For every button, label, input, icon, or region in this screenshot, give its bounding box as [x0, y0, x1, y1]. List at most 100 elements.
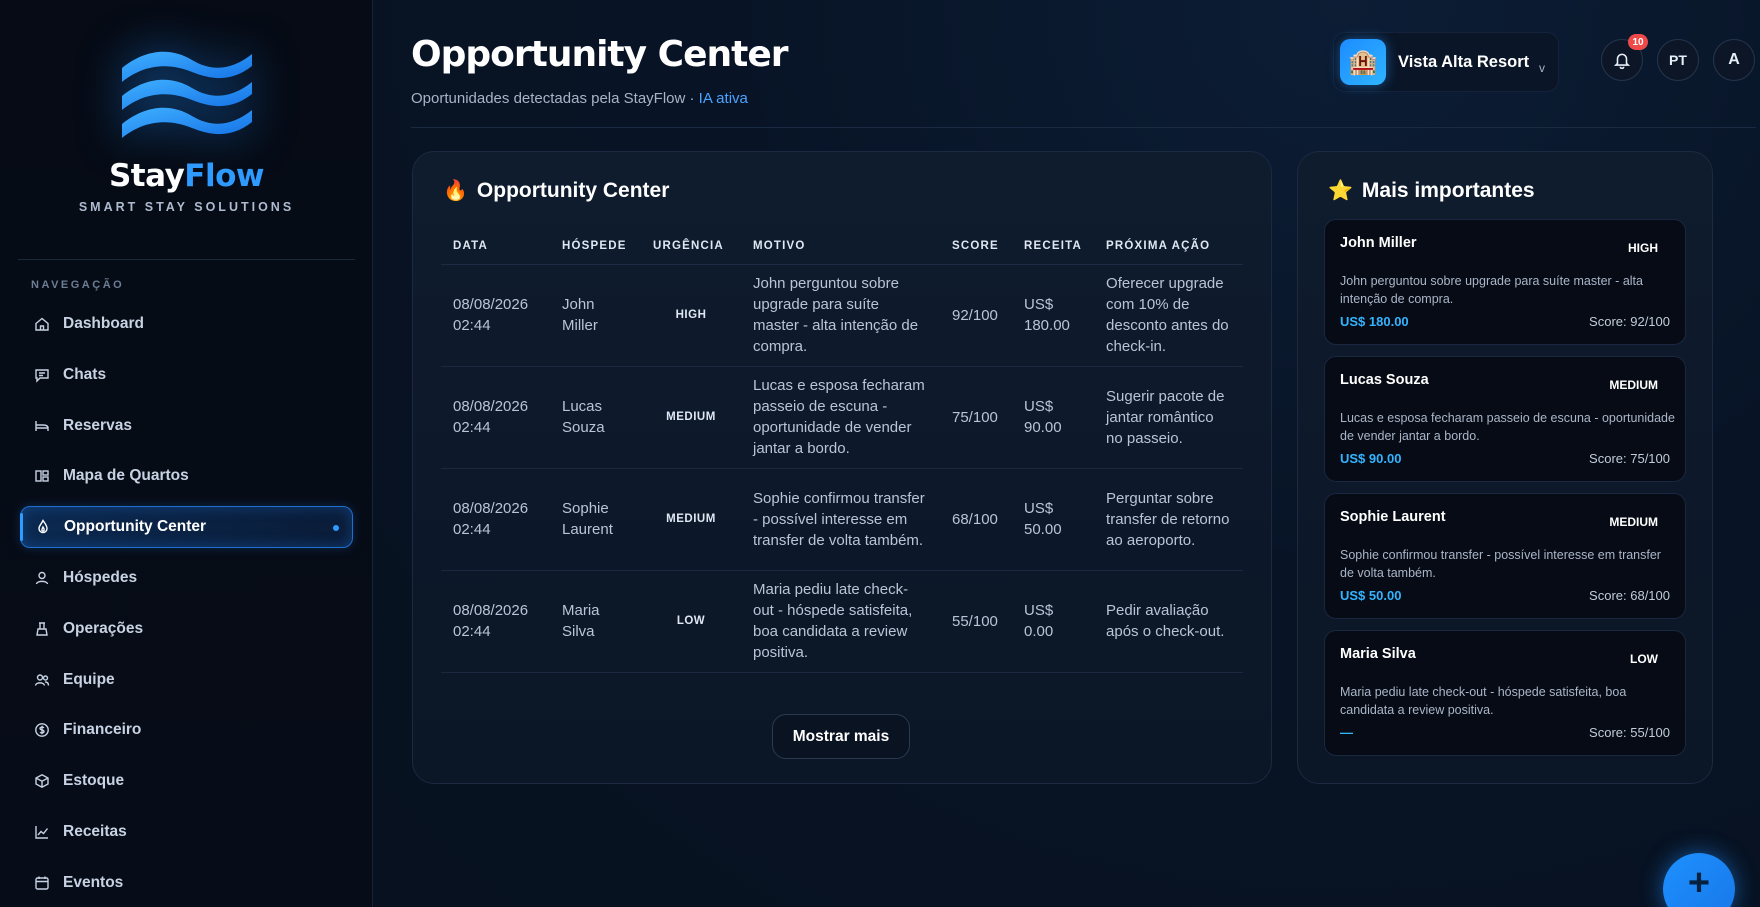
sidebar-item-mapa-de-quartos[interactable]: Mapa de Quartos: [20, 455, 353, 497]
card-description: John perguntou sobre upgrade para suíte …: [1340, 274, 1643, 306]
card-revenue: US$ 180.00: [1340, 314, 1409, 329]
sidebar-item-label: Equipe: [63, 670, 115, 688]
notifications-button[interactable]: 10: [1601, 34, 1648, 81]
opportunity-panel-title: Opportunity Center: [476, 178, 670, 202]
chart-icon: [34, 824, 50, 840]
chevron-down-icon: v: [1539, 61, 1545, 75]
bed-icon: [34, 418, 50, 434]
active-indicator-dot: [333, 525, 339, 532]
sidebar-divider: [18, 259, 355, 260]
brand-tagline: SMART STAY SOLUTIONS: [78, 200, 295, 214]
team-icon: [34, 672, 50, 688]
card-score: Score: 75/100: [1589, 451, 1670, 466]
page-header: Opportunity Center Oportunidades detecta…: [411, 28, 1756, 128]
sidebar-item-operacoes[interactable]: Operações: [20, 608, 353, 650]
opportunity-card[interactable]: Sophie Laurent MEDIUM Sophie confirmou t…: [1324, 493, 1686, 619]
nav-section-title: NAVEGAÇÃO: [31, 279, 125, 291]
cell-reason: John perguntou sobre upgrade para suíte …: [741, 264, 940, 367]
cell-urgency: MEDIUM: [641, 366, 741, 469]
sidebar-item-dashboard[interactable]: Dashboard: [20, 303, 353, 345]
home-icon: [34, 316, 50, 332]
sidebar-item-financeiro[interactable]: Financeiro: [20, 709, 353, 751]
language-button[interactable]: PT: [1657, 39, 1699, 81]
fire-icon: 🔥: [443, 180, 468, 202]
sidebar-item-estoque[interactable]: Estoque: [20, 760, 353, 802]
broom-icon: [34, 621, 50, 637]
card-score: Score: 55/100: [1589, 725, 1670, 740]
sidebar-item-receitas[interactable]: Receitas: [20, 811, 353, 853]
cell-score: 75/100: [940, 366, 1012, 469]
sidebar-item-label: Hóspedes: [63, 568, 138, 586]
card-guest-name: Sophie Laurent: [1340, 509, 1446, 525]
cell-revenue: US$ 90.00: [1012, 366, 1095, 469]
cell-revenue: US$ 0.00: [1012, 570, 1095, 673]
sidebar-item-hospedes[interactable]: Hóspedes: [20, 557, 353, 599]
card-urgency: MEDIUM: [1609, 378, 1658, 392]
opportunity-card[interactable]: Lucas Souza MEDIUM Lucas e esposa fechar…: [1324, 356, 1686, 482]
card-revenue: —: [1340, 725, 1353, 740]
column-header-data[interactable]: DATA: [441, 228, 550, 265]
column-header-urgencia[interactable]: URGÊNCIA: [641, 228, 741, 265]
cell-guest: John Miller: [550, 264, 641, 367]
sidebar: StayFlow SMART STAY SOLUTIONS NAVEGAÇÃO …: [0, 0, 373, 907]
page-subtitle: Oportunidades detectadas pela StayFlow ·…: [411, 90, 748, 107]
sidebar-nav: Dashboard Chats Reservas Mapa de Quartos…: [20, 303, 353, 907]
cell-revenue: US$ 180.00: [1012, 264, 1095, 367]
hotel-icon: 🏨: [1340, 39, 1386, 85]
table-row[interactable]: 08/08/2026 02:44 Lucas Souza MEDIUM Luca…: [441, 366, 1243, 469]
sidebar-item-label: Receitas: [63, 822, 127, 840]
sidebar-item-reservas[interactable]: Reservas: [20, 405, 353, 447]
sidebar-item-label: Reservas: [63, 416, 132, 434]
page-title: Opportunity Center: [411, 34, 788, 75]
card-guest-name: John Miller: [1340, 235, 1417, 251]
card-guest-name: Lucas Souza: [1340, 372, 1429, 388]
sidebar-item-label: Operações: [63, 619, 144, 637]
table-row[interactable]: 08/08/2026 02:44 Maria Silva LOW Maria p…: [441, 570, 1243, 673]
sidebar-item-label: Estoque: [63, 772, 125, 790]
cell-guest: Lucas Souza: [550, 366, 641, 469]
sidebar-item-equipe[interactable]: Equipe: [20, 659, 353, 701]
column-header-hospede[interactable]: HÓSPEDE: [550, 228, 641, 265]
show-more-button[interactable]: Mostrar mais: [772, 714, 910, 759]
brand-logo[interactable]: StayFlow SMART STAY SOLUTIONS: [0, 40, 373, 214]
cell-date: 08/08/2026 02:44: [441, 264, 550, 367]
opportunity-card[interactable]: John Miller HIGH John perguntou sobre up…: [1324, 219, 1686, 345]
chat-icon: [34, 367, 50, 383]
cell-guest: Maria Silva: [550, 570, 641, 673]
calendar-icon: [34, 875, 50, 891]
sidebar-item-chats[interactable]: Chats: [20, 354, 353, 396]
sidebar-item-eventos[interactable]: Eventos: [20, 862, 353, 904]
cell-reason: Sophie confirmou transfer - possível int…: [741, 468, 940, 571]
column-header-score[interactable]: SCORE: [940, 228, 1012, 265]
opportunity-card[interactable]: Maria Silva LOW Maria pediu late check-o…: [1324, 630, 1686, 756]
brand-name: StayFlow: [0, 158, 373, 194]
opportunity-table: DATA HÓSPEDE URGÊNCIA MOTIVO SCORE RECEI…: [441, 228, 1243, 673]
column-header-motivo[interactable]: MOTIVO: [741, 228, 940, 265]
sidebar-item-label: Financeiro: [63, 721, 142, 739]
column-header-receita[interactable]: RECEITA: [1012, 228, 1095, 265]
cell-date: 08/08/2026 02:44: [441, 570, 550, 673]
card-revenue: US$ 90.00: [1340, 451, 1402, 466]
cell-urgency: HIGH: [641, 264, 741, 367]
sidebar-item-opportunity-center[interactable]: Opportunity Center: [20, 506, 353, 549]
subtitle-text: Oportunidades detectadas pela StayFlow ·: [411, 90, 695, 107]
sidebar-item-label: Dashboard: [63, 315, 144, 332]
ai-status: IA ativa: [698, 90, 748, 107]
cell-reason: Lucas e esposa fecharam passeio de escun…: [741, 366, 940, 469]
table-header-row: DATA HÓSPEDE URGÊNCIA MOTIVO SCORE RECEI…: [441, 228, 1243, 265]
column-header-proxima-acao[interactable]: PRÓXIMA AÇÃO: [1094, 228, 1243, 265]
card-score: Score: 92/100: [1589, 314, 1670, 329]
notification-badge: 10: [1628, 34, 1648, 50]
sidebar-item-label: Chats: [63, 365, 107, 383]
user-avatar[interactable]: A: [1713, 39, 1755, 81]
hotel-selector[interactable]: 🏨 Vista Alta Resort v: [1333, 32, 1559, 92]
table-row[interactable]: 08/08/2026 02:44 Sophie Laurent MEDIUM S…: [441, 468, 1243, 571]
user-icon: [34, 570, 50, 586]
waves-logo-icon: [121, 51, 252, 138]
cell-next-action: Pedir avaliação após o check-out.: [1094, 570, 1243, 673]
opportunity-panel-header: 🔥 Opportunity Center: [443, 178, 669, 203]
table-row[interactable]: 08/08/2026 02:44 John Miller HIGH John p…: [441, 264, 1243, 367]
cell-score: 68/100: [940, 468, 1012, 571]
flame-icon: [35, 519, 51, 535]
card-urgency: HIGH: [1628, 241, 1658, 255]
